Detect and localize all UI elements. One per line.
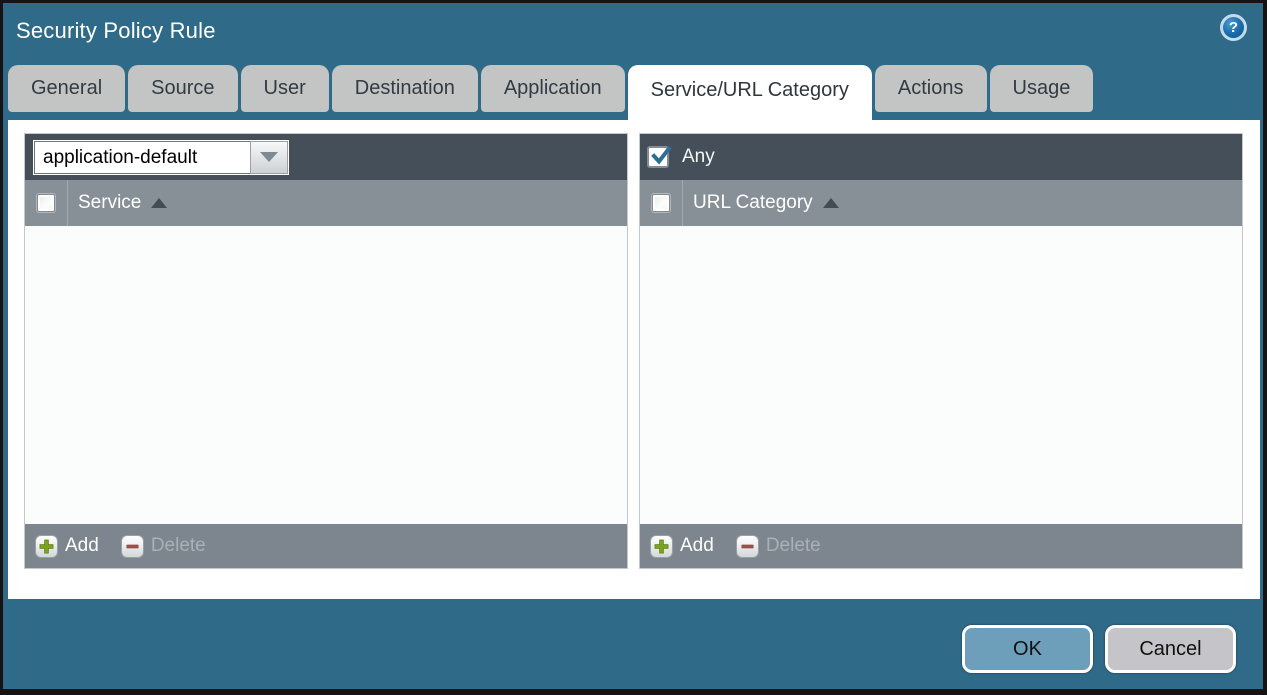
url-category-panel: Any URL Category Add Delete xyxy=(639,133,1243,569)
chevron-down-icon xyxy=(260,152,278,162)
page-title: Security Policy Rule xyxy=(16,18,216,43)
service-toolbar: application-default xyxy=(25,134,627,180)
checkmark-icon xyxy=(651,145,672,165)
content-panel: application-default Service Add Delete A… xyxy=(8,120,1260,599)
service-delete-button[interactable]: Delete xyxy=(151,535,206,557)
tab-application[interactable]: Application xyxy=(480,65,625,112)
plus-glyph xyxy=(39,539,54,553)
column-divider xyxy=(682,180,683,226)
add-icon[interactable] xyxy=(650,534,673,558)
sort-ascending-icon[interactable] xyxy=(822,198,839,208)
tab-general[interactable]: General xyxy=(8,65,126,112)
service-panel-footer: Add Delete xyxy=(25,524,627,568)
url-category-select-all-checkbox[interactable] xyxy=(652,194,670,212)
url-category-list[interactable] xyxy=(640,226,1242,524)
service-select-all-checkbox[interactable] xyxy=(37,194,55,212)
url-category-table-header: URL Category xyxy=(640,180,1242,226)
tab-actions[interactable]: Actions xyxy=(874,65,987,112)
cancel-button[interactable]: Cancel xyxy=(1105,625,1236,673)
dropdown-arrow-button[interactable] xyxy=(250,140,288,174)
dialog-titlebar: Security Policy Rule ? xyxy=(3,3,1263,65)
url-category-column-header[interactable]: URL Category xyxy=(693,192,813,214)
tab-destination[interactable]: Destination xyxy=(331,65,478,112)
service-type-dropdown[interactable]: application-default xyxy=(33,139,289,175)
service-column-header[interactable]: Service xyxy=(78,192,141,214)
any-label: Any xyxy=(682,146,715,167)
delete-icon[interactable] xyxy=(735,534,759,558)
help-icon[interactable]: ? xyxy=(1220,14,1247,41)
service-type-value[interactable]: application-default xyxy=(34,140,250,174)
service-table-header: Service xyxy=(25,180,627,226)
sort-ascending-icon[interactable] xyxy=(151,198,168,208)
service-list[interactable] xyxy=(25,226,627,524)
tab-bar: General Source User Destination Applicat… xyxy=(8,65,1096,120)
ok-button[interactable]: OK xyxy=(962,625,1093,673)
column-divider xyxy=(67,180,68,226)
tab-service-url-category[interactable]: Service/URL Category xyxy=(627,65,872,120)
minus-glyph xyxy=(741,544,754,548)
delete-icon[interactable] xyxy=(120,534,144,558)
service-add-button[interactable]: Add xyxy=(65,535,99,557)
tab-source[interactable]: Source xyxy=(128,65,238,112)
url-category-delete-button[interactable]: Delete xyxy=(766,535,821,557)
minus-glyph xyxy=(126,544,139,548)
tab-usage[interactable]: Usage xyxy=(989,65,1094,112)
tab-user[interactable]: User xyxy=(240,65,329,112)
add-icon[interactable] xyxy=(35,534,58,558)
help-glyph: ? xyxy=(1228,19,1239,36)
any-checkbox[interactable] xyxy=(648,145,672,167)
url-category-panel-footer: Add Delete xyxy=(640,524,1242,568)
url-category-add-button[interactable]: Add xyxy=(680,535,714,557)
plus-glyph xyxy=(654,539,669,553)
url-category-toolbar: Any xyxy=(640,134,1242,180)
service-panel: application-default Service Add Delete xyxy=(24,133,628,569)
